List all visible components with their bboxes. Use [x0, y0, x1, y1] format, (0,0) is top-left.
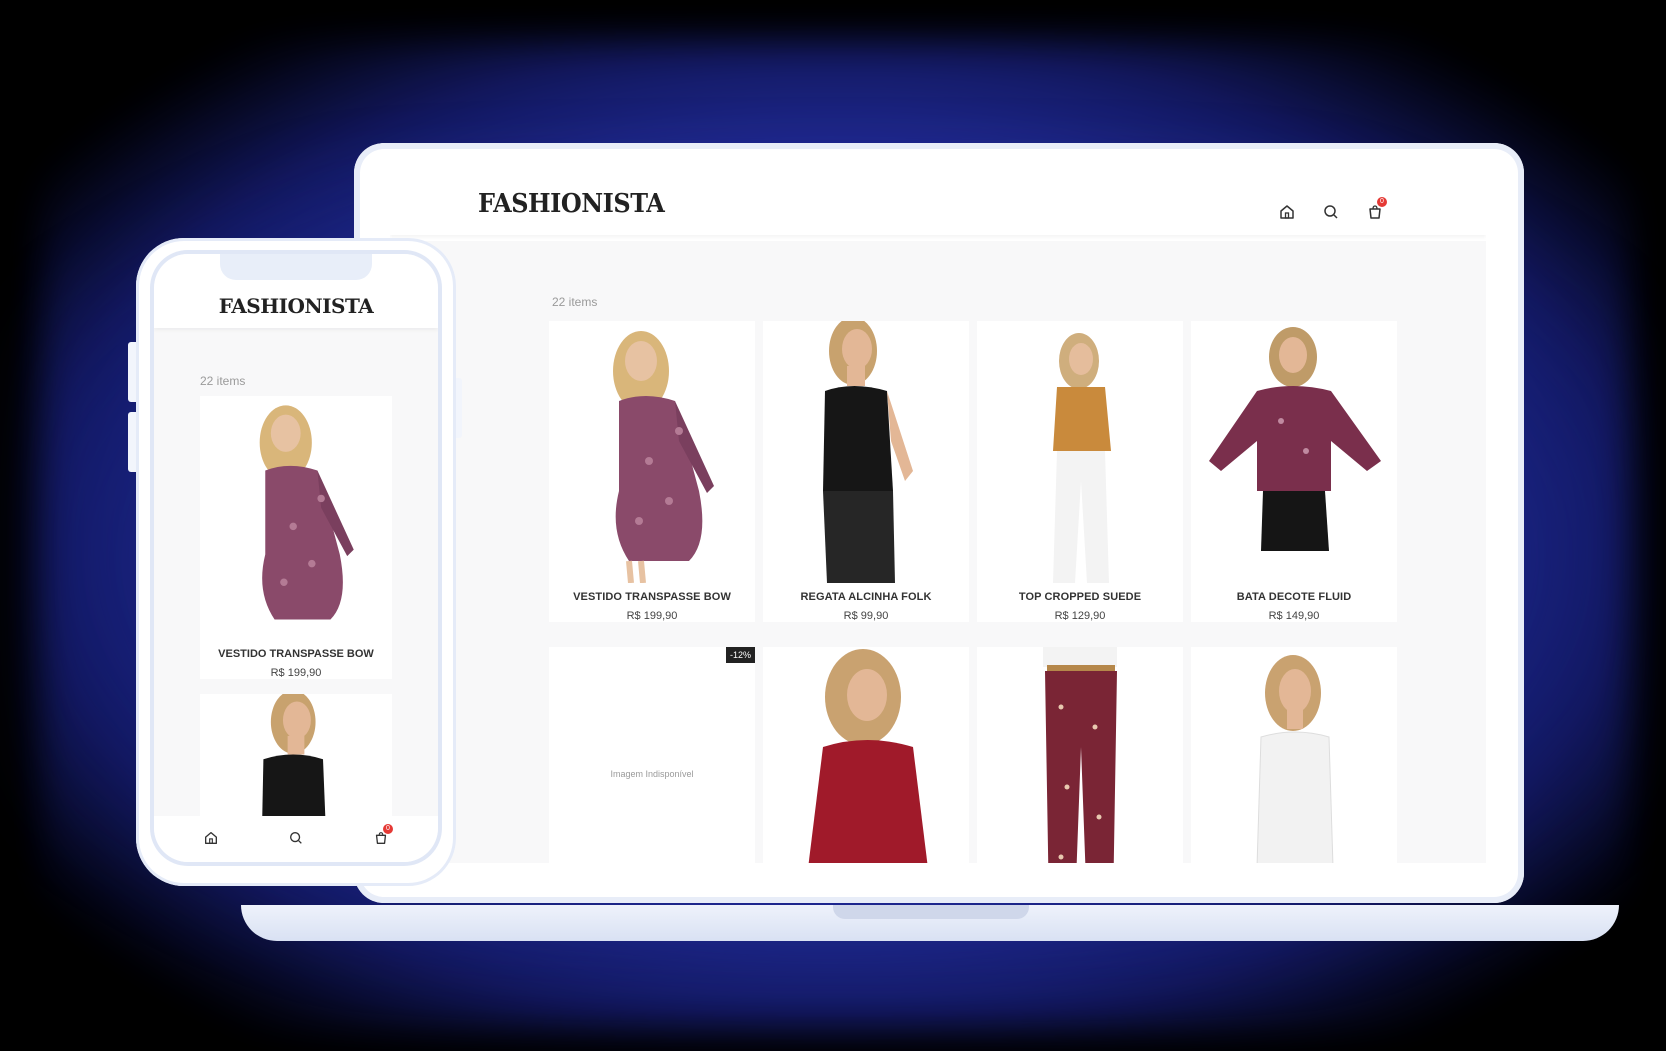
discount-badge: -12% [725, 647, 755, 663]
red-shirt-photo [763, 647, 969, 863]
laptop-screen: FASHIONISTA 0 22 items VESTIDO TRANSPASS… [390, 163, 1486, 863]
product-listing: 22 items VESTIDO TRANSPASSE BOW R$ 199,9… [390, 241, 1486, 863]
mobile-product-price: R$ 199,90 [270, 667, 322, 679]
mobile-cart-badge: 0 [383, 824, 393, 834]
product-image[interactable] [763, 321, 969, 583]
laptop-frame: FASHIONISTA 0 22 items VESTIDO TRANSPASS… [354, 143, 1524, 903]
image-unavailable-text: Imagem Indisponível [610, 769, 694, 779]
product-price: R$ 149,90 [1268, 610, 1320, 622]
product-card[interactable]: BATA DECOTE FLUID R$ 149,90 [1191, 321, 1397, 622]
blouse-photo [1191, 321, 1397, 583]
product-name[interactable]: REGATA ALCINHA FOLK [763, 591, 969, 603]
product-card[interactable] [977, 647, 1183, 863]
product-card[interactable]: TOP CROPPED SUEDE R$ 129,90 [977, 321, 1183, 622]
product-price: R$ 99,90 [843, 610, 889, 622]
product-image[interactable] [763, 647, 969, 863]
mobile-product-image[interactable] [200, 396, 392, 640]
product-image[interactable] [977, 647, 1183, 863]
mobile-brand-logo[interactable]: FASHIONISTA [154, 294, 438, 318]
product-card[interactable]: VESTIDO TRANSPASSE BOW R$ 199,90 [549, 321, 755, 622]
product-name[interactable]: BATA DECOTE FLUID [1191, 591, 1397, 603]
mobile-product-name[interactable]: VESTIDO TRANSPASSE BOW [200, 648, 392, 660]
product-price: R$ 129,90 [1054, 610, 1106, 622]
phone-screen: FASHIONISTA 22 items VESTIDO TRANSPASSE … [154, 254, 438, 862]
product-image[interactable] [1191, 647, 1397, 863]
tank-top-photo [763, 321, 969, 583]
product-name[interactable]: TOP CROPPED SUEDE [977, 591, 1183, 603]
tank-top-photo [200, 694, 392, 816]
phone-notch [220, 254, 372, 280]
product-card[interactable] [763, 647, 969, 863]
phone-frame: FASHIONISTA 22 items VESTIDO TRANSPASSE … [136, 238, 456, 886]
mobile-product-card[interactable] [200, 694, 392, 816]
laptop-base-notch [833, 905, 1029, 919]
dress-photo [200, 396, 392, 640]
mobile-product-image[interactable] [200, 694, 392, 816]
product-card[interactable]: -12% Imagem Indisponível [549, 647, 755, 863]
search-icon[interactable] [1322, 203, 1340, 221]
white-top-photo [1191, 647, 1397, 863]
brand-logo[interactable]: FASHIONISTA [478, 189, 665, 219]
site-header: FASHIONISTA 0 [390, 163, 1486, 235]
product-card[interactable] [1191, 647, 1397, 863]
dress-photo [549, 321, 755, 583]
product-image[interactable] [549, 321, 755, 583]
cropped-top-photo [977, 321, 1183, 583]
cart-badge: 0 [1377, 197, 1387, 207]
product-image[interactable] [977, 321, 1183, 583]
product-card[interactable]: REGATA ALCINHA FOLK R$ 99,90 [763, 321, 969, 622]
items-count: 22 items [552, 295, 598, 309]
mobile-product-card[interactable]: VESTIDO TRANSPASSE BOW R$ 199,90 [200, 396, 392, 679]
printed-pants-photo [977, 647, 1183, 863]
product-price: R$ 199,90 [626, 610, 678, 622]
product-name[interactable]: VESTIDO TRANSPASSE BOW [549, 591, 755, 603]
mobile-items-count: 22 items [200, 374, 246, 388]
home-icon[interactable] [1278, 203, 1296, 221]
mobile-bottom-nav: 0 [154, 816, 438, 862]
product-image[interactable]: -12% Imagem Indisponível [549, 647, 755, 863]
home-icon[interactable] [203, 830, 219, 846]
product-image[interactable] [1191, 321, 1397, 583]
search-icon[interactable] [288, 830, 304, 846]
